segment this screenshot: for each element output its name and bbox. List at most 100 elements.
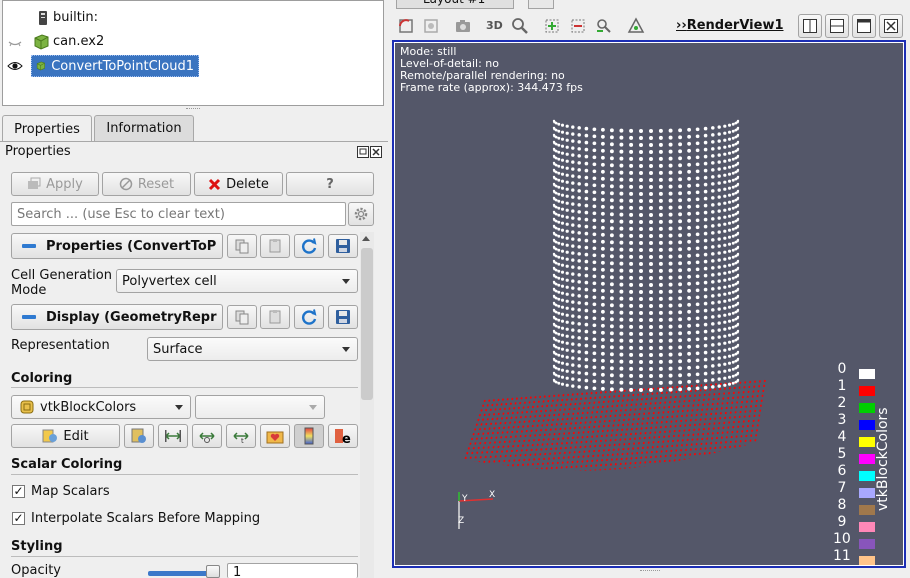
reload-button[interactable] [294,305,324,329]
select-points-on-icon[interactable] [569,17,587,35]
cloud-point [649,311,653,315]
cloud-point [703,126,708,131]
cloud-point [723,243,727,247]
cloud-point [600,162,605,167]
rescale-visible-range-button[interactable] [260,424,290,448]
cloud-point [557,283,561,287]
cloud-point [554,219,558,223]
cloud-point [727,242,732,246]
render-view-title[interactable]: ››RenderView1 [676,18,784,33]
camera-icon[interactable] [454,17,472,35]
cloud-point [560,165,565,169]
tab-information[interactable]: Information [94,115,194,141]
choose-preset-button[interactable] [124,424,154,448]
edit-color-legend-button[interactable]: e [328,424,358,448]
map-scalars-checkbox[interactable]: ✓ [12,485,25,498]
cloud-point [639,206,643,210]
reset-label: Reset [137,176,175,192]
close-view-button[interactable] [879,14,903,38]
toggle-color-legend-button[interactable] [294,424,324,448]
cloud-point [619,240,624,245]
coloring-select[interactable]: vtkBlockColors [11,395,191,419]
cloud-point [554,366,558,370]
cloud-point [695,148,700,153]
cloud-point [711,287,715,291]
display-group-header[interactable]: Display (GeometryRepr [11,304,223,330]
scroll-up-icon[interactable] [362,236,370,241]
scrollbar-thumb[interactable] [361,248,373,400]
reload-button[interactable] [294,234,324,258]
select-block-icon[interactable] [627,17,645,35]
rescale-custom-range-button[interactable] [192,424,222,448]
toggle-3d-button[interactable]: 3D [486,19,503,32]
component-select[interactable] [195,395,325,419]
tab-properties[interactable]: Properties [2,115,92,142]
opacity-slider-handle[interactable] [206,565,220,578]
properties-group-header[interactable]: Properties (ConvertToP [11,233,223,259]
representation-select[interactable]: Surface [147,337,358,361]
rescale-data-range-button[interactable] [158,424,188,448]
cloud-point [731,311,735,315]
help-button[interactable]: ? [286,172,374,196]
zoom-to-box-icon[interactable] [511,17,529,35]
pipeline-item-converttopointcloud1[interactable]: ConvertToPointCloud1 [3,55,383,77]
cloud-point [557,339,561,343]
apply-button[interactable]: Apply [11,172,99,196]
split-vertical-button[interactable] [825,14,849,38]
cloud-point [695,225,700,230]
cloud-point [678,303,683,308]
splitter-handle[interactable] [640,570,660,573]
chevron-down-icon [175,405,183,410]
interactive-select-icon[interactable] [595,17,613,35]
selected-item[interactable]: ConvertToPointCloud1 [31,55,199,77]
edit-colormap-button[interactable]: Edit [11,424,120,448]
reset-camera-icon[interactable] [397,17,415,35]
split-vertical-icon [830,19,844,33]
cloud-point [629,191,634,196]
reset-camera-closest-icon[interactable] [422,17,440,35]
delete-button[interactable]: Delete [194,172,283,196]
undock-icon[interactable] [357,146,369,158]
select-cells-on-icon[interactable] [543,17,561,35]
close-icon[interactable] [370,146,382,158]
color-legend[interactable]: 0 1 2 3 4 5 6 7 8 9 10 11 vtkBlockColors [833,361,903,565]
pipeline-item-label: ConvertToPointCloud1 [51,58,194,74]
save-defaults-button[interactable] [328,305,358,329]
eye-icon[interactable] [7,60,23,72]
cloud-point [554,254,558,258]
reset-button[interactable]: Reset [102,172,191,196]
cloud-point [731,129,735,133]
paste-button[interactable] [260,305,290,329]
legend-swatch [859,488,875,498]
cloud-point [695,127,700,132]
interpolate-scalars-checkbox[interactable]: ✓ [12,512,25,525]
search-input[interactable]: Search ... (use Esc to clear text) [11,202,346,226]
eye-closed-icon[interactable] [7,36,23,48]
copy-button[interactable] [227,305,257,329]
cloud-point [577,126,581,130]
opacity-input[interactable]: 1 [227,563,358,578]
add-layout-tab[interactable] [528,0,554,9]
select-value: Polyvertex cell [122,273,217,289]
cloud-point [687,316,692,321]
paste-button[interactable] [260,234,290,258]
tab-layout-1[interactable]: Layout #1 [396,0,514,9]
pipeline-item-builtin[interactable]: builtin: [3,7,383,29]
splitter-handle[interactable] [186,108,200,111]
representation-label: Representation [11,338,110,353]
cloud-point [678,156,683,161]
cloud-point [592,134,597,139]
maximize-button[interactable] [852,14,876,38]
cell-generation-mode-select[interactable]: Polyvertex cell [116,269,358,293]
cloud-point [584,385,589,390]
advanced-settings-button[interactable] [348,202,374,226]
copy-button[interactable] [227,234,257,258]
render-view[interactable]: Mode: still Level-of-detail: no Remote/p… [395,43,903,565]
pipeline-item-can-ex2[interactable]: can.ex2 [3,31,383,53]
cloud-point [560,137,565,141]
rescale-temporal-range-button[interactable]: t [226,424,256,448]
split-horizontal-button[interactable] [798,14,822,38]
cloud-point [577,259,581,263]
save-defaults-button[interactable] [328,234,358,258]
cloud-point [584,371,589,376]
